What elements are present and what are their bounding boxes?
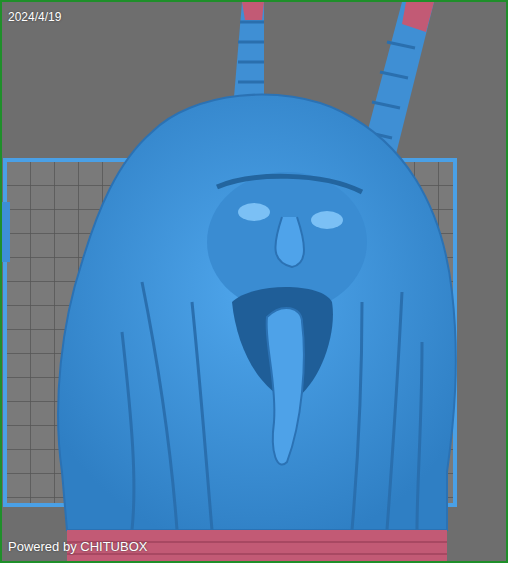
viewport[interactable]: 2024/4/19 Powered by CHITUBOX (0, 0, 508, 563)
brand-label: Powered by CHITUBOX (8, 539, 147, 555)
date-label: 2024/4/19 (8, 10, 61, 24)
model-scene[interactable] (2, 2, 506, 561)
